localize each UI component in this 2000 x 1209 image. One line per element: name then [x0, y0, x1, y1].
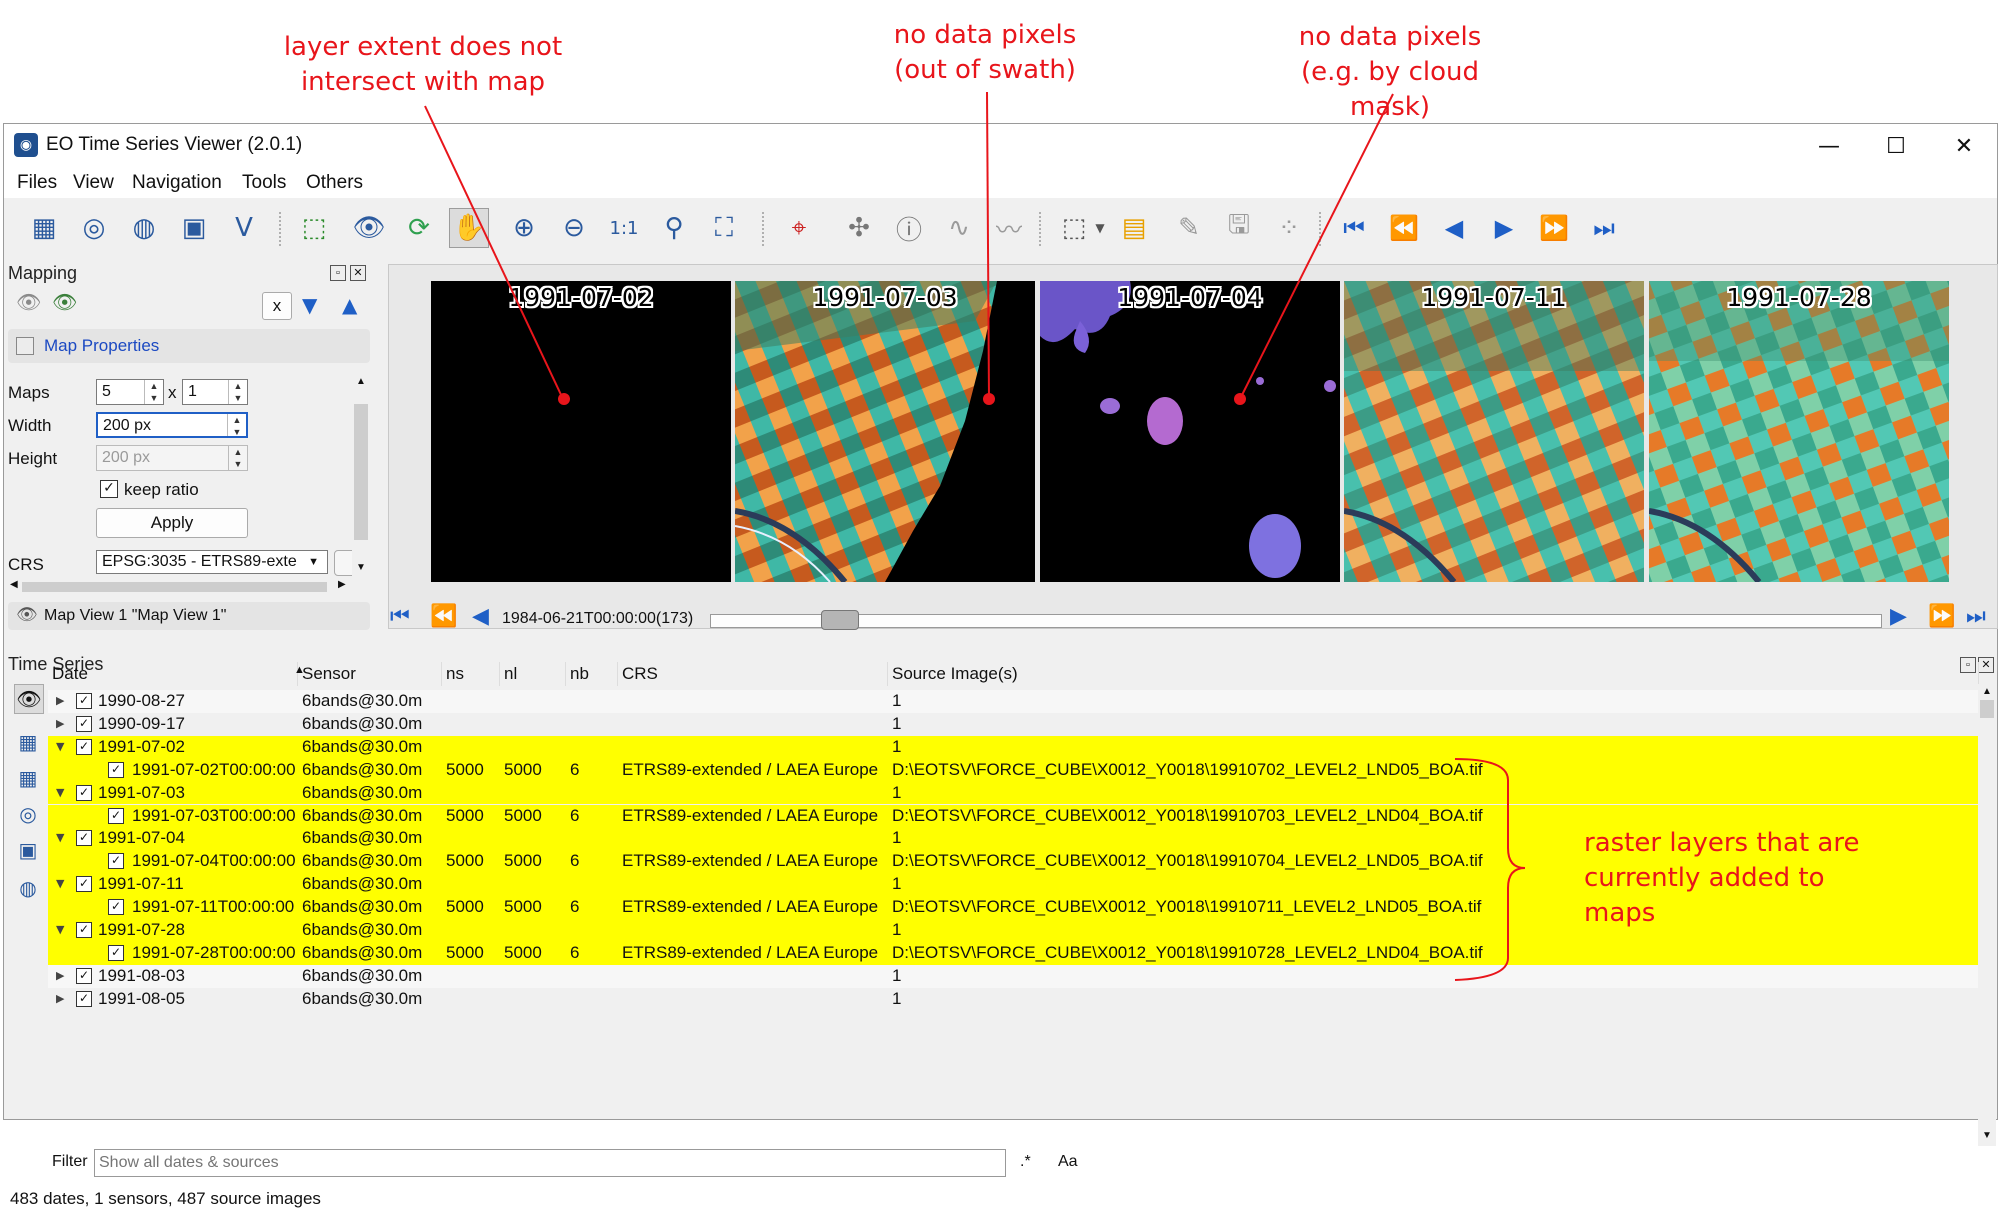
filter-label: Filter	[52, 1153, 88, 1170]
annotation-cloud-dot	[1234, 393, 1246, 405]
annotation-raster-line2: currently added to maps	[1584, 863, 1825, 928]
annotation-bracket	[1454, 758, 1526, 981]
annotation-swath-dot	[983, 393, 995, 405]
annotation-raster: raster layers that are currently added t…	[1584, 826, 1904, 931]
case-toggle[interactable]: Aa	[1058, 1153, 1078, 1171]
annotation-extent-dot	[558, 393, 570, 405]
annotation-overlay	[424, 91, 1526, 981]
annotation-raster-line1: raster layers that are	[1584, 828, 1860, 858]
annotation-extent-line	[424, 105, 564, 400]
status-bar: 483 dates, 1 sensors, 487 source images	[10, 1189, 321, 1208]
annotation-cloud-line	[1239, 93, 1394, 400]
regex-toggle[interactable]: .*	[1020, 1153, 1031, 1171]
filter-input[interactable]	[94, 1149, 1006, 1177]
scroll-down-icon[interactable]: ▼	[1982, 1130, 1992, 1141]
annotation-swath-line	[986, 91, 990, 400]
